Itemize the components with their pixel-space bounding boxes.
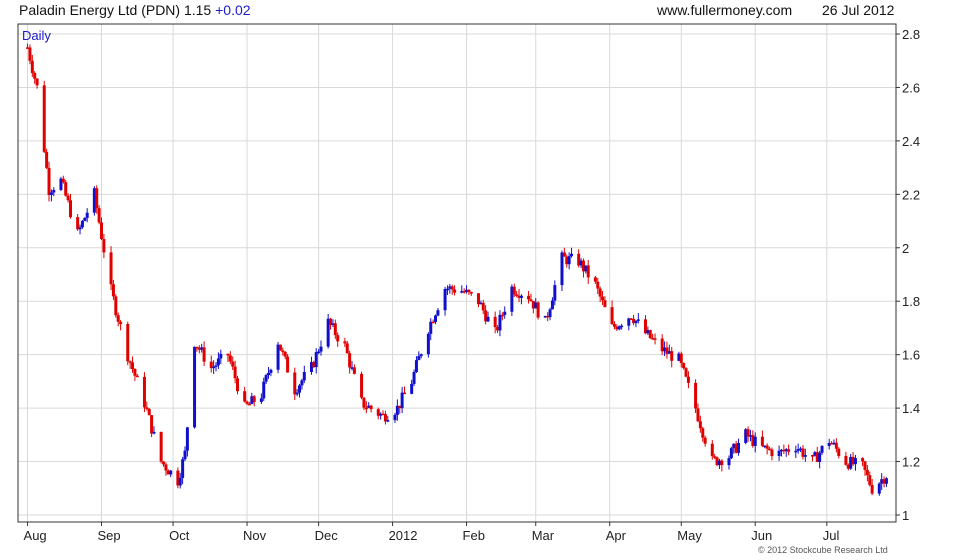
x-tick-label: Feb xyxy=(463,528,485,543)
price-bar xyxy=(810,454,814,462)
price-chart: Daily 1 1.2 1.4 1.6 1.8 2 2.2 2.4 2.6 2.8 Aug Sep O… xyxy=(17,23,920,543)
price-bar xyxy=(610,300,614,325)
price-bar xyxy=(684,367,688,378)
price-bar xyxy=(133,368,137,381)
price-bar xyxy=(243,386,247,403)
price-bar xyxy=(665,341,669,359)
price-bar xyxy=(670,346,674,368)
price-bar xyxy=(476,293,480,308)
y-tick-label: 2.8 xyxy=(902,27,920,42)
x-tick-label: Aug xyxy=(24,528,47,543)
price-bar xyxy=(536,301,540,320)
price-bar xyxy=(286,353,290,373)
price-bar xyxy=(369,404,373,413)
price-bar xyxy=(64,179,68,197)
price-bar xyxy=(729,446,733,460)
price-bar xyxy=(586,259,590,284)
y-tick-label: 1.2 xyxy=(902,455,920,470)
y-axis: 1 1.2 1.4 1.6 1.8 2 2.2 2.4 2.6 2.8 xyxy=(896,27,920,523)
price-bar xyxy=(737,438,741,456)
price-bar xyxy=(443,286,447,316)
price-bar xyxy=(403,386,407,395)
price-bar xyxy=(884,477,888,487)
price-bar xyxy=(383,410,387,425)
price-bar xyxy=(209,355,213,373)
price-bar xyxy=(503,306,507,319)
price-bar xyxy=(298,383,302,398)
price-bar xyxy=(660,334,664,356)
price-bar xyxy=(109,246,113,291)
x-axis: Aug Sep Oct Nov Dec 2012 Feb Mar Apr May Jun Jul xyxy=(24,522,840,543)
y-tick-label: 1 xyxy=(902,508,909,523)
price-bar xyxy=(202,341,206,367)
price-bar xyxy=(632,314,636,326)
y-tick-label: 2.4 xyxy=(902,134,920,149)
x-tick-label: Nov xyxy=(243,528,267,543)
x-tick-label: Mar xyxy=(532,528,555,543)
copyright-notice: © 2012 Stockcube Research Ltd xyxy=(758,545,888,555)
price-bar xyxy=(159,431,163,464)
price-bar xyxy=(787,444,791,456)
x-tick-label: Jul xyxy=(823,528,840,543)
y-tick-label: 2.6 xyxy=(902,80,920,95)
y-tick-label: 2 xyxy=(902,241,909,256)
price-bar xyxy=(469,291,473,296)
y-tick-label: 1.6 xyxy=(902,348,920,363)
price-bar xyxy=(720,459,724,472)
price-bar xyxy=(426,332,430,358)
period-label: Daily xyxy=(22,28,51,43)
price-bar xyxy=(319,340,323,356)
x-tick-label: May xyxy=(677,528,702,543)
price-bar xyxy=(193,346,197,429)
price-bar xyxy=(562,247,566,257)
price-bar xyxy=(694,379,698,414)
price-bar xyxy=(293,367,297,401)
price-bar xyxy=(114,294,118,318)
x-tick-label: Oct xyxy=(169,528,190,543)
price-bar xyxy=(150,415,154,438)
price-bar xyxy=(760,430,764,448)
price-bar xyxy=(302,365,306,383)
x-tick-label: 2012 xyxy=(389,528,418,543)
price-bar xyxy=(818,450,822,469)
price-bar xyxy=(352,364,356,375)
price-bars xyxy=(26,43,888,496)
y-tick-label: 2.2 xyxy=(902,187,920,202)
y-tick-label: 1.8 xyxy=(902,294,920,309)
price-bar xyxy=(837,447,841,459)
y-tick-label: 1.4 xyxy=(902,401,920,416)
price-bar xyxy=(777,445,781,461)
price-bar xyxy=(169,470,173,478)
price-bar xyxy=(634,320,638,328)
x-tick-label: Apr xyxy=(606,528,627,543)
price-bar xyxy=(801,445,805,460)
price-bar xyxy=(376,407,380,420)
price-bar xyxy=(794,445,798,458)
price-bar xyxy=(42,80,46,153)
price-bar xyxy=(236,375,239,395)
price-bar xyxy=(498,310,502,337)
price-bar xyxy=(126,321,130,366)
x-tick-label: Jun xyxy=(751,528,772,543)
price-bar xyxy=(653,333,657,345)
price-bar xyxy=(844,451,848,466)
price-bar xyxy=(252,395,256,407)
x-tick-label: Dec xyxy=(315,528,339,543)
price-bar xyxy=(877,482,881,496)
price-bar xyxy=(278,344,282,351)
x-tick-label: Sep xyxy=(98,528,121,543)
price-bar xyxy=(360,371,364,400)
price-bar xyxy=(142,372,146,413)
price-bar xyxy=(548,307,552,321)
price-bar xyxy=(400,386,404,414)
price-bar xyxy=(436,308,440,317)
price-bar xyxy=(348,350,352,374)
price-bar xyxy=(648,329,652,339)
